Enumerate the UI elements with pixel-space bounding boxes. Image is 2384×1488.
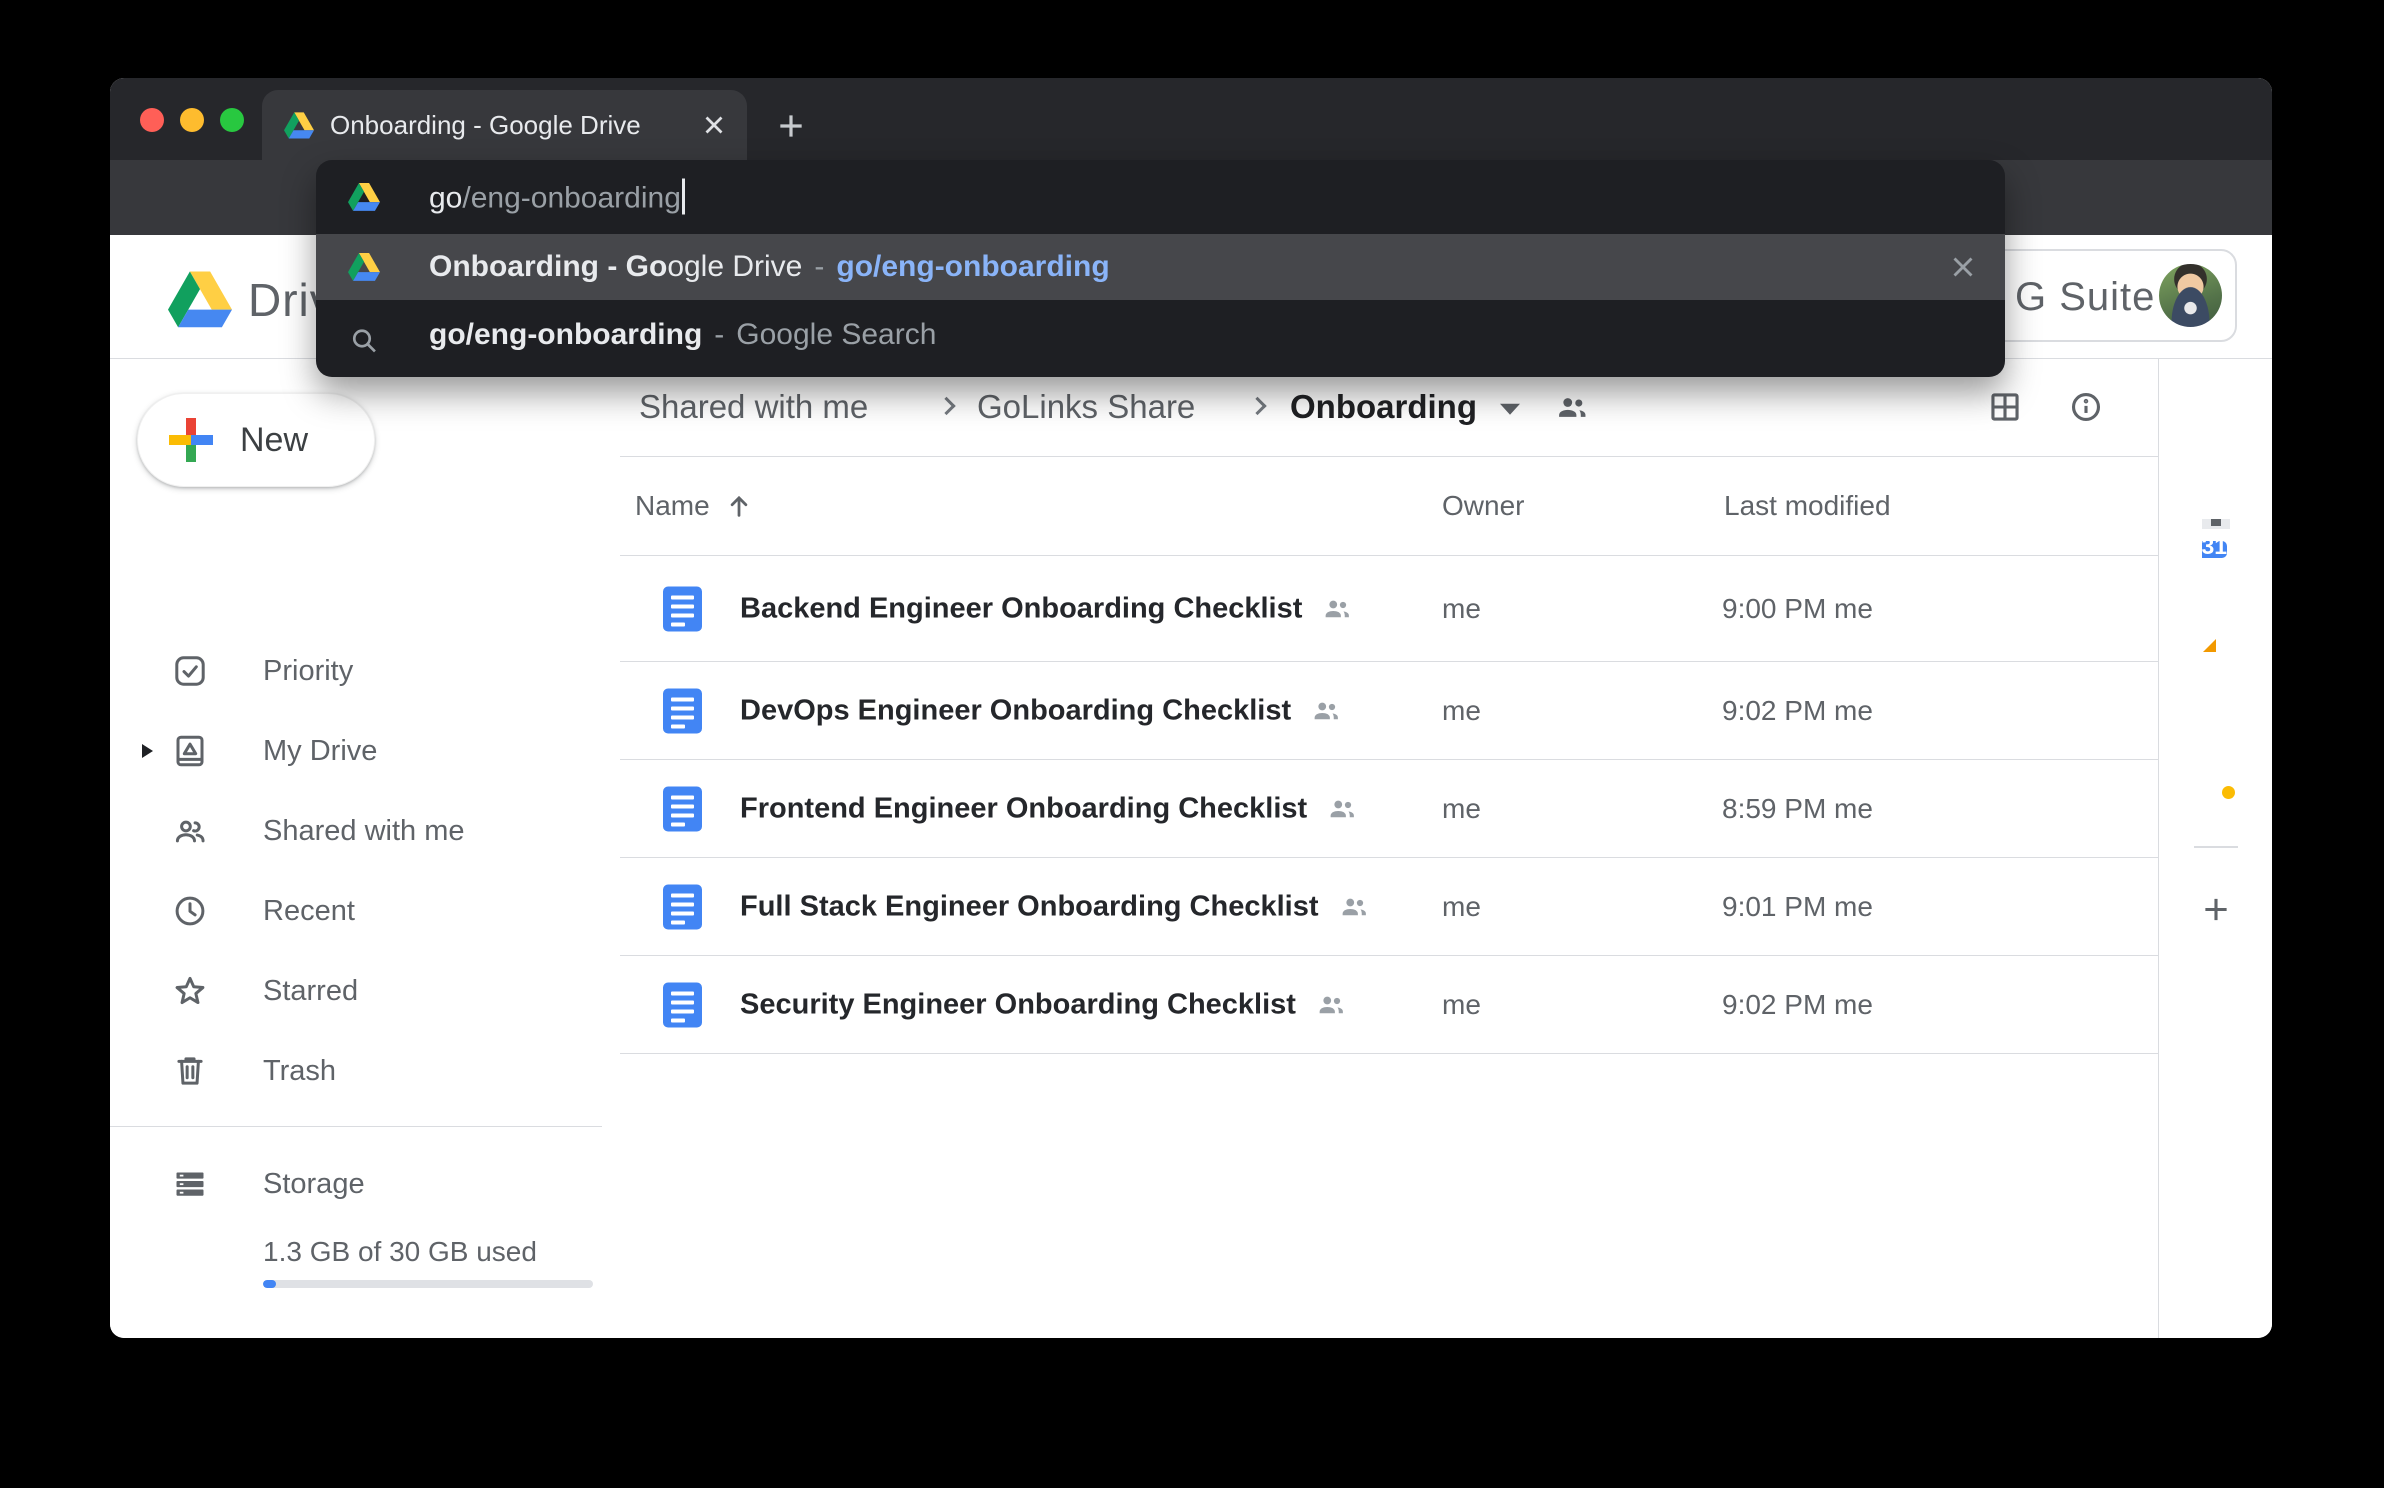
shared-people-icon [172,813,208,849]
shared-people-icon [1311,696,1341,726]
sidebar-divider [110,1126,602,1127]
table-header: Name Owner Last modified [620,457,2158,556]
google-docs-icon [663,786,702,831]
new-plus-icon [169,418,213,462]
sidebar-item-storage[interactable]: Storage [110,1144,620,1224]
browser-tab[interactable]: Onboarding - Google Drive [262,90,747,160]
file-row[interactable]: Backend Engineer Onboarding Checklist me… [620,556,2158,662]
window-controls [140,108,244,132]
sidebar-item-trash[interactable]: Trash [110,1031,620,1111]
file-name: Frontend Engineer Onboarding Checklist [740,792,1307,825]
file-name: Security Engineer Onboarding Checklist [740,988,1296,1021]
suggestion-google-search[interactable]: go/eng-onboarding-Google Search [316,300,2005,377]
sidebar-item-starred[interactable]: Starred [110,951,620,1031]
sidebar-item-my-drive[interactable]: My Drive [110,711,620,791]
column-header-owner[interactable]: Owner [1442,490,1524,522]
shared-people-icon [1322,594,1352,624]
google-docs-icon [663,688,702,733]
shared-people-icon [1316,990,1346,1020]
suggestion-text: go/eng-onboarding-Google Search [429,318,936,352]
file-row[interactable]: Security Engineer Onboarding Checklist m… [620,956,2158,1054]
tab-title: Onboarding - Google Drive [330,110,699,141]
expand-arrow-icon[interactable] [142,744,153,758]
file-modified: 9:02 PM me [1722,989,1873,1021]
file-modified: 9:00 PM me [1722,593,1873,625]
browser-window: Onboarding - Google Drive [110,78,2272,1338]
remove-suggestion-icon[interactable] [1946,250,1980,284]
my-drive-icon [172,733,208,769]
add-addon-button[interactable] [2199,893,2233,932]
suggestion-text: Onboarding - Google Drive-go/eng-onboard… [429,250,1110,284]
file-row[interactable]: Frontend Engineer Onboarding Checklist m… [620,760,2158,858]
sidebar-item-recent[interactable]: Recent [110,871,620,951]
omnibox-dropdown: go/eng-onboarding Onboarding - Google Dr… [316,160,2005,377]
file-name: Full Stack Engineer Onboarding Checklist [740,890,1319,923]
chevron-right-icon [1248,397,1266,415]
shared-people-icon [1327,794,1357,824]
zoom-window-button[interactable] [220,108,244,132]
drive-favicon-icon [348,253,380,282]
omnibox[interactable]: go/eng-onboarding [316,160,2005,234]
text-cursor [682,179,685,215]
drive-logo-icon[interactable] [168,271,232,328]
rail-divider [2194,846,2238,848]
file-modified: 8:59 PM me [1722,793,1873,825]
file-owner: me [1442,593,1481,625]
file-modified: 9:02 PM me [1722,695,1873,727]
search-icon [348,324,380,353]
account-avatar[interactable] [2159,264,2222,327]
file-owner: me [1442,695,1481,727]
sidebar: New Priority My Drive Shared with me Rec… [110,358,620,1338]
minimize-window-button[interactable] [180,108,204,132]
new-tab-button[interactable] [775,110,807,142]
column-header-modified[interactable]: Last modified [1724,490,1891,522]
storage-progress-bar [263,1280,593,1288]
suggestion-drive-result[interactable]: Onboarding - Google Drive-go/eng-onboard… [316,234,2005,300]
storage-usage-text: 1.3 GB of 30 GB used [263,1236,537,1268]
breadcrumb-golinks-share[interactable]: GoLinks Share [977,388,1195,426]
tab-strip: Onboarding - Google Drive [110,78,2272,160]
apps-side-rail: 31 [2158,358,2272,1338]
sidebar-item-shared-with-me[interactable]: Shared with me [110,791,620,871]
omnibox-input[interactable]: go/eng-onboarding [429,179,685,216]
chevron-right-icon [937,397,955,415]
google-docs-icon [663,884,702,929]
folder-shared-icon [1555,390,1589,424]
gsuite-badge: G Suite [1985,249,2237,342]
file-owner: me [1442,989,1481,1021]
clock-icon [172,893,208,929]
sort-ascending-icon [724,491,754,521]
file-row[interactable]: Full Stack Engineer Onboarding Checklist… [620,858,2158,956]
file-modified: 9:01 PM me [1722,891,1873,923]
breadcrumb-shared-with-me[interactable]: Shared with me [639,388,868,426]
storage-icon [172,1166,208,1202]
column-header-name[interactable]: Name [635,490,754,522]
file-row[interactable]: DevOps Engineer Onboarding Checklist me … [620,662,2158,760]
folder-menu-caret-icon[interactable] [1500,404,1520,415]
file-owner: me [1442,891,1481,923]
google-docs-icon [663,982,702,1027]
drive-page: Drive G Suite New Priority My Drive [110,235,2272,1338]
sidebar-item-priority[interactable]: Priority [110,631,620,711]
google-docs-icon [663,586,702,631]
gsuite-label: G Suite [2015,275,2155,320]
priority-icon [172,653,208,689]
close-window-button[interactable] [140,108,164,132]
info-icon[interactable] [2069,390,2103,424]
trash-icon [172,1053,208,1089]
shared-people-icon [1339,892,1369,922]
star-icon [172,973,208,1009]
file-name: Backend Engineer Onboarding Checklist [740,592,1302,625]
new-button[interactable]: New [137,393,375,487]
file-owner: me [1442,793,1481,825]
drive-favicon-icon [284,112,314,139]
new-button-label: New [240,421,308,460]
drive-favicon-icon [348,183,380,212]
calendar-icon[interactable]: 31 [2202,519,2230,563]
grid-view-icon[interactable] [1988,390,2022,424]
breadcrumb-onboarding[interactable]: Onboarding [1290,388,1477,426]
file-name: DevOps Engineer Onboarding Checklist [740,694,1291,727]
storage-progress-fill [263,1280,276,1288]
tab-close-icon[interactable] [699,110,729,140]
